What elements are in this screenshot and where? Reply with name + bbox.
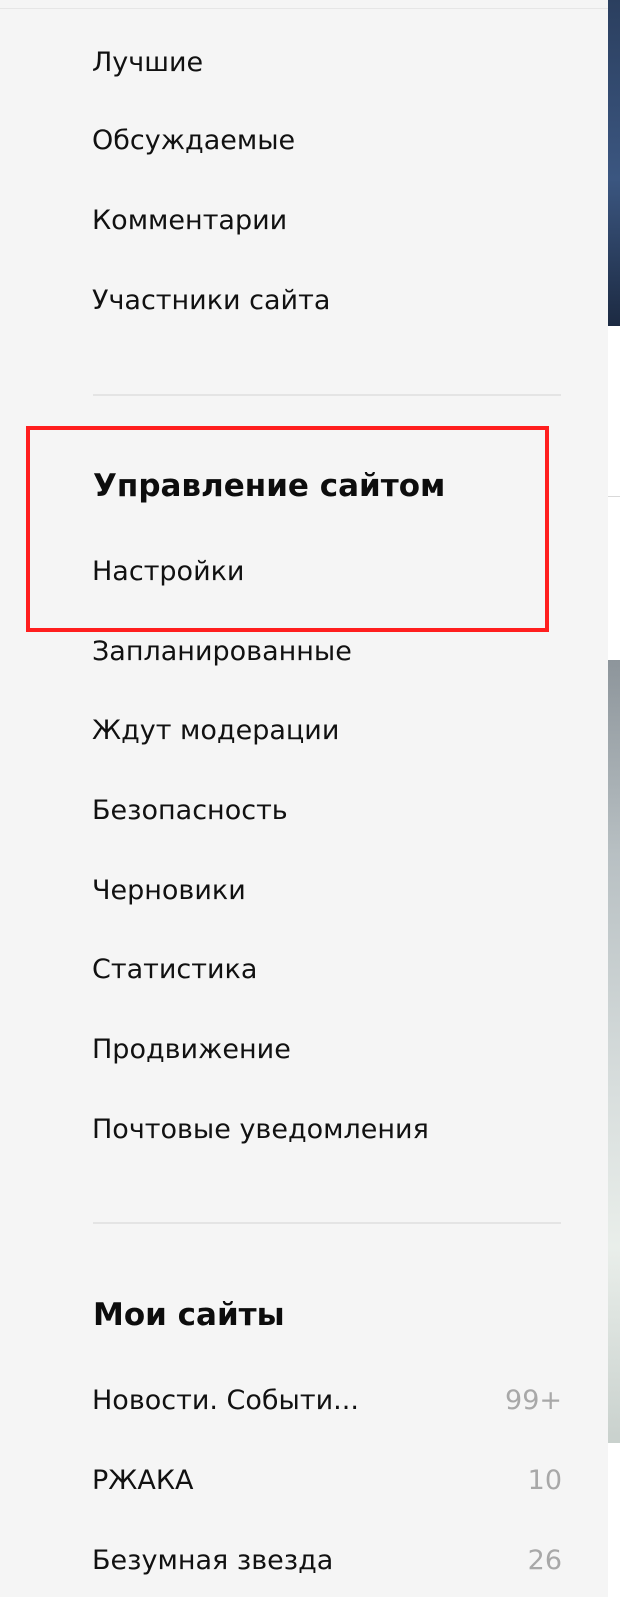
site-notification-count: 26 [527, 1544, 562, 1576]
post-image-edge [608, 660, 620, 1443]
header-image-edge [608, 0, 620, 326]
menu-item-label: Продвижение [92, 1033, 291, 1065]
menu-item-comments[interactable]: Комментарии [92, 198, 562, 242]
menu-item-awaiting-moderation[interactable]: Ждут модерации [92, 708, 562, 752]
menu-item-label: Комментарии [92, 204, 288, 236]
menu-item-promotion[interactable]: Продвижение [92, 1027, 562, 1071]
menu-item-email-notifications[interactable]: Почтовые уведомления [92, 1107, 562, 1151]
menu-item-label: Запланированные [92, 635, 352, 667]
my-sites-heading: Мои сайты [93, 1297, 285, 1333]
menu-item-label: Участники сайта [92, 284, 331, 316]
site-notification-count: 10 [527, 1464, 562, 1496]
my-site-item[interactable]: Безумная звезда 26 [92, 1538, 562, 1582]
menu-item-label: Почтовые уведомления [92, 1113, 429, 1145]
menu-item-label: Ждут модерации [92, 714, 340, 746]
menu-item-discussed[interactable]: Обсуждаемые [92, 118, 562, 162]
site-name: Безумная звезда [92, 1544, 334, 1576]
menu-item-security[interactable]: Безопасность [92, 788, 562, 832]
section-divider [93, 1222, 561, 1224]
menu-item-drafts[interactable]: Черновики [92, 868, 562, 912]
menu-item-label: Настройки [92, 555, 245, 587]
menu-item-label: Черновики [92, 874, 246, 906]
site-name: РЖАКА [92, 1464, 194, 1496]
content-edge-strip [608, 0, 620, 1597]
menu-item-label: Лучшие [92, 46, 204, 78]
section-divider [93, 394, 561, 396]
menu-item-label: Обсуждаемые [92, 124, 296, 156]
my-site-item[interactable]: РЖАКА 10 [92, 1458, 562, 1502]
menu-item-statistics[interactable]: Статистика [92, 947, 562, 991]
site-notification-count: 99+ [505, 1384, 562, 1416]
menu-item-settings[interactable]: Настройки [92, 549, 562, 593]
my-site-item[interactable]: Новости. Событи... 99+ [92, 1378, 562, 1422]
menu-item-scheduled[interactable]: Запланированные [92, 629, 562, 673]
menu-item-label: Статистика [92, 953, 258, 985]
content-divider [608, 496, 620, 497]
menu-item-label: Безопасность [92, 794, 288, 826]
menu-item-best[interactable]: Лучшие [92, 40, 562, 84]
top-divider [0, 8, 608, 9]
sidebar-menu: Лучшие Обсуждаемые Комментарии Участники… [0, 0, 608, 1597]
highlight-annotation-box [26, 426, 549, 632]
site-name: Новости. Событи... [92, 1384, 359, 1416]
site-management-heading: Управление сайтом [93, 468, 446, 504]
menu-item-site-members[interactable]: Участники сайта [92, 278, 562, 322]
